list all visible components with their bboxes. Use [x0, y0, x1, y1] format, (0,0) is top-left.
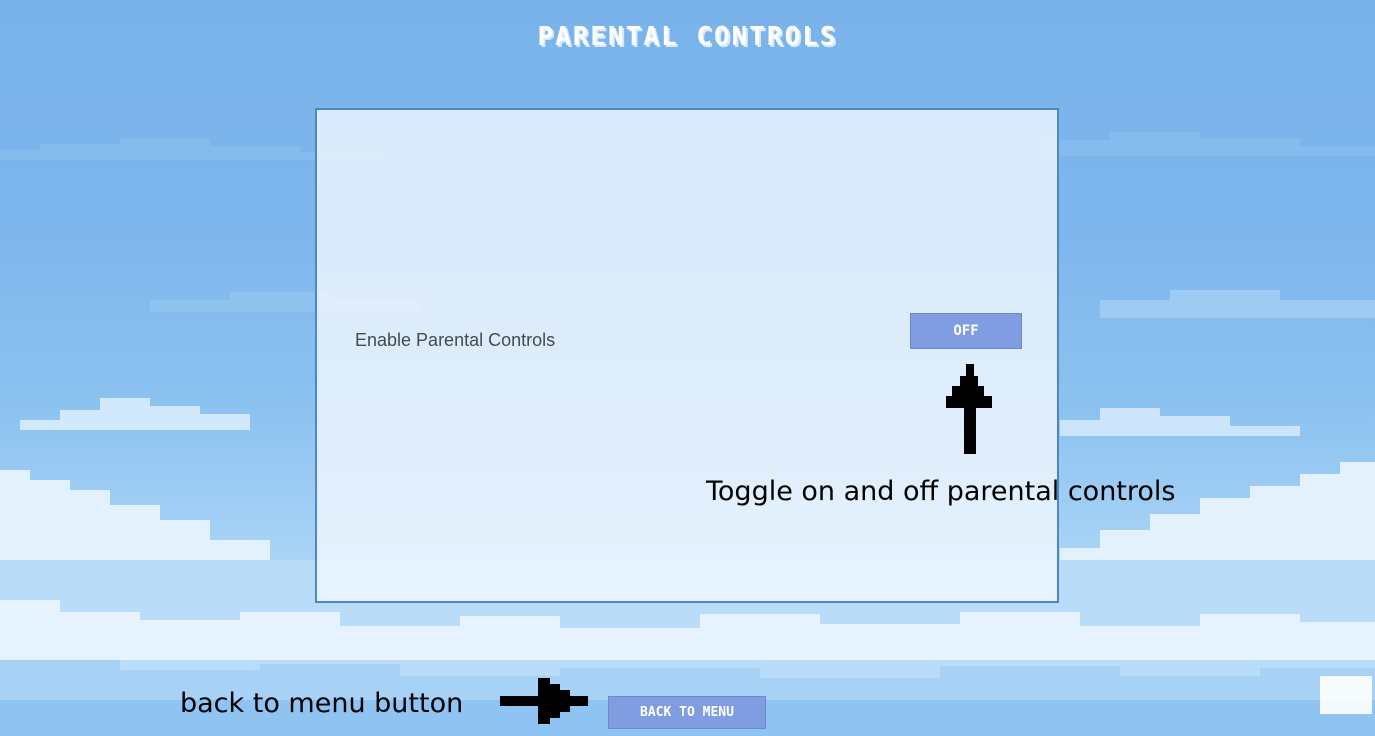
back-to-menu-button[interactable]: BACK TO MENU [608, 696, 766, 729]
parental-controls-toggle-button[interactable]: OFF [910, 313, 1022, 349]
back-button-annotation: back to menu button [180, 688, 464, 719]
page-title: PARENTAL CONTROLS [537, 22, 838, 52]
settings-panel: Enable Parental Controls OFF [315, 108, 1059, 603]
toggle-annotation: Toggle on and off parental controls [706, 476, 1176, 507]
game-screen: PARENTAL CONTROLS Enable Parental Contro… [0, 0, 1375, 736]
arrow-up-icon [946, 364, 992, 454]
parental-controls-label: Enable Parental Controls [355, 330, 556, 350]
corner-cloud [1320, 676, 1372, 714]
arrow-right-icon [500, 678, 588, 724]
